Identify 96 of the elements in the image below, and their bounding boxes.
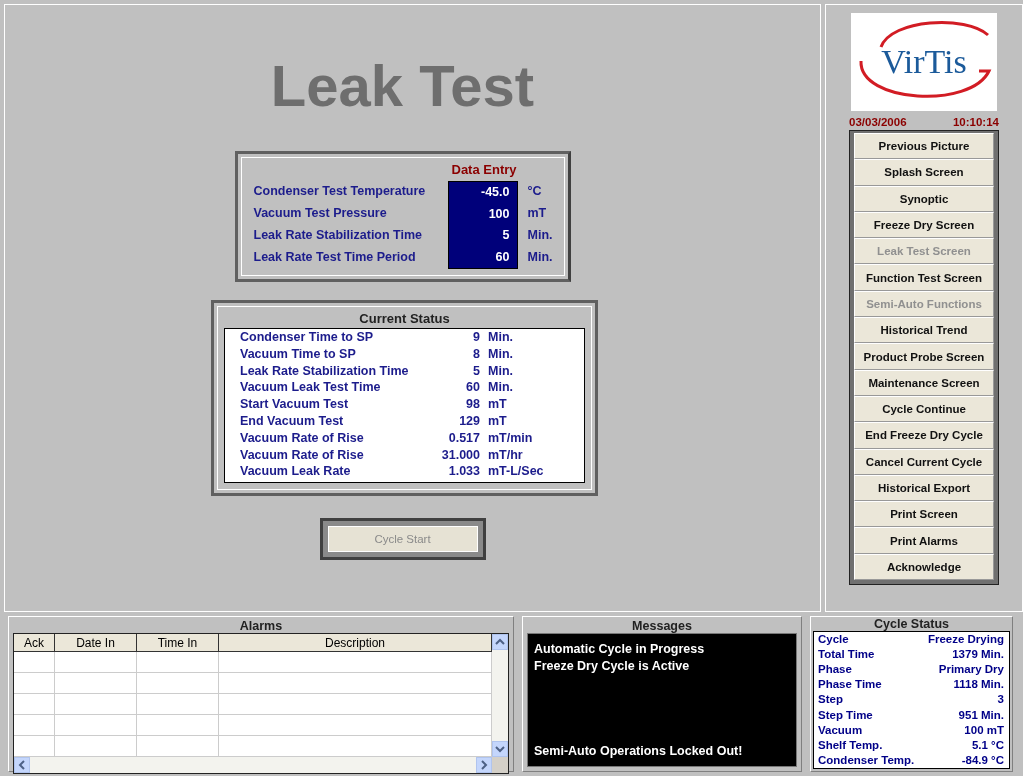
status-label: Condenser Time to SP (240, 329, 375, 346)
horizontal-scrollbar[interactable] (14, 757, 492, 773)
status-value: 5 (472, 362, 480, 380)
status-value: Primary Dry (937, 662, 1004, 678)
nav-button[interactable]: Historical Export (854, 474, 994, 502)
field-label: Condenser Test Temperature (253, 183, 427, 200)
status-value: 1379 Min. (951, 647, 1004, 663)
unit-label: Min. (487, 345, 514, 363)
message-text: Freeze Dry Cycle is Active (534, 658, 691, 675)
nav-button[interactable]: Previous Picture (854, 133, 994, 160)
status-value: 1.033 (447, 463, 480, 481)
unit-label: Min. (487, 379, 514, 397)
status-label: Cycle (818, 632, 850, 647)
unit-label: Min. (526, 249, 554, 266)
status-value: 0.517 (447, 429, 480, 447)
status-value: 98 (465, 396, 480, 413)
input-field[interactable]: 100 (448, 203, 517, 225)
unit-label: Min. (487, 362, 514, 380)
status-label: Step Time (818, 707, 874, 723)
message-text: Automatic Cycle in Progress (534, 641, 706, 658)
nav-button[interactable]: Cycle Continue (854, 395, 994, 423)
unit-label: mT (487, 396, 508, 413)
panel-heading: Data Entry (450, 162, 518, 179)
status-label: Shelf Temp. (818, 737, 884, 753)
time-label: 10:10:14 (952, 116, 999, 128)
nav-button[interactable]: Splash Screen (854, 159, 994, 186)
status-label: Condenser Temp. (818, 752, 915, 768)
panel-title: Messages (631, 619, 693, 633)
scrollbar-corner (492, 757, 508, 773)
status-label: Total Time (818, 647, 876, 663)
status-label: Vacuum Rate of Rise (240, 446, 365, 464)
table-cell (14, 714, 55, 736)
nav-button[interactable]: Acknowledge (854, 553, 994, 581)
unit-label: mT (487, 413, 508, 430)
unit-label: Min. (487, 329, 514, 346)
panel-heading: Current Status (358, 311, 451, 328)
status-value: 100 mT (963, 722, 1004, 738)
column-header[interactable]: Date In (54, 634, 137, 652)
unit-label: mT/hr (487, 446, 524, 464)
page-title: Leak Test (270, 57, 535, 115)
status-label: Step (818, 692, 844, 708)
unit-label: °C (526, 183, 543, 200)
unit-label: mT-L/Sec (487, 463, 545, 481)
status-value: 60 (465, 379, 480, 397)
column-header[interactable]: Description (218, 634, 492, 652)
vertical-scrollbar[interactable] (492, 634, 508, 757)
status-label: End Vacuum Test (240, 413, 345, 430)
status-label: Vacuum Rate of Rise (240, 429, 365, 447)
status-value: Freeze Drying (926, 632, 1004, 647)
logo: VirTis (851, 13, 997, 111)
table-cell (14, 651, 55, 673)
unit-label: Min. (526, 227, 554, 244)
nav-button[interactable]: Function Test Screen (854, 264, 994, 291)
table-cell (14, 693, 55, 715)
field-label: Leak Rate Stabilization Time (253, 227, 424, 244)
input-field[interactable]: 5 (448, 225, 517, 247)
nav-button[interactable]: Cancel Current Cycle (854, 448, 994, 475)
status-label: Vacuum Leak Rate (240, 463, 352, 481)
column-header[interactable]: Ack (14, 634, 55, 652)
status-value: 3 (996, 692, 1004, 708)
nav-button[interactable]: Historical Trend (854, 317, 994, 344)
nav-button[interactable]: End Freeze Dry Cycle (854, 422, 994, 449)
nav-button[interactable]: Print Screen (854, 501, 994, 528)
status-label: Phase Time (818, 677, 883, 693)
table-cell (14, 672, 55, 694)
status-value: 951 Min. (957, 707, 1004, 723)
status-value: 8 (472, 345, 480, 363)
field-label: Leak Rate Test Time Period (253, 249, 417, 266)
status-label: Vacuum (818, 722, 864, 738)
date-label: 03/03/2006 (849, 116, 907, 128)
unit-label: mT (526, 205, 548, 222)
column-header[interactable]: Time In (136, 634, 219, 652)
status-label: Vacuum Time to SP (240, 345, 357, 363)
status-label: Start Vacuum Test (240, 396, 350, 413)
nav-button[interactable]: Synoptic (854, 185, 994, 212)
unit-label: mT/min (487, 429, 534, 447)
table-cell (14, 735, 55, 757)
nav-button[interactable]: Maintenance Screen (854, 369, 994, 396)
panel-title: Alarms (238, 619, 284, 633)
status-value: 129 (458, 413, 480, 430)
status-value: 31.000 (440, 446, 480, 464)
status-label: Phase (818, 662, 853, 678)
status-value: 5.1 °C (970, 737, 1004, 753)
status-value: 9 (472, 329, 480, 346)
status-value: -84.9 °C (960, 752, 1004, 768)
input-field[interactable]: -45.0 (448, 182, 517, 204)
input-field[interactable]: 60 (448, 246, 517, 268)
nav-button[interactable]: Product Probe Screen (854, 343, 994, 370)
status-label: Leak Rate Stabilization Time (240, 362, 410, 380)
nav-button[interactable]: Print Alarms (854, 527, 994, 554)
field-label: Vacuum Test Pressure (253, 205, 388, 222)
message-text: Semi-Auto Operations Locked Out! (534, 743, 744, 760)
status-label: Vacuum Leak Test Time (240, 379, 382, 397)
status-value: 1118 Min. (952, 677, 1004, 693)
nav-button[interactable]: Freeze Dry Screen (854, 211, 994, 239)
panel-title: Cycle Status (873, 617, 950, 631)
